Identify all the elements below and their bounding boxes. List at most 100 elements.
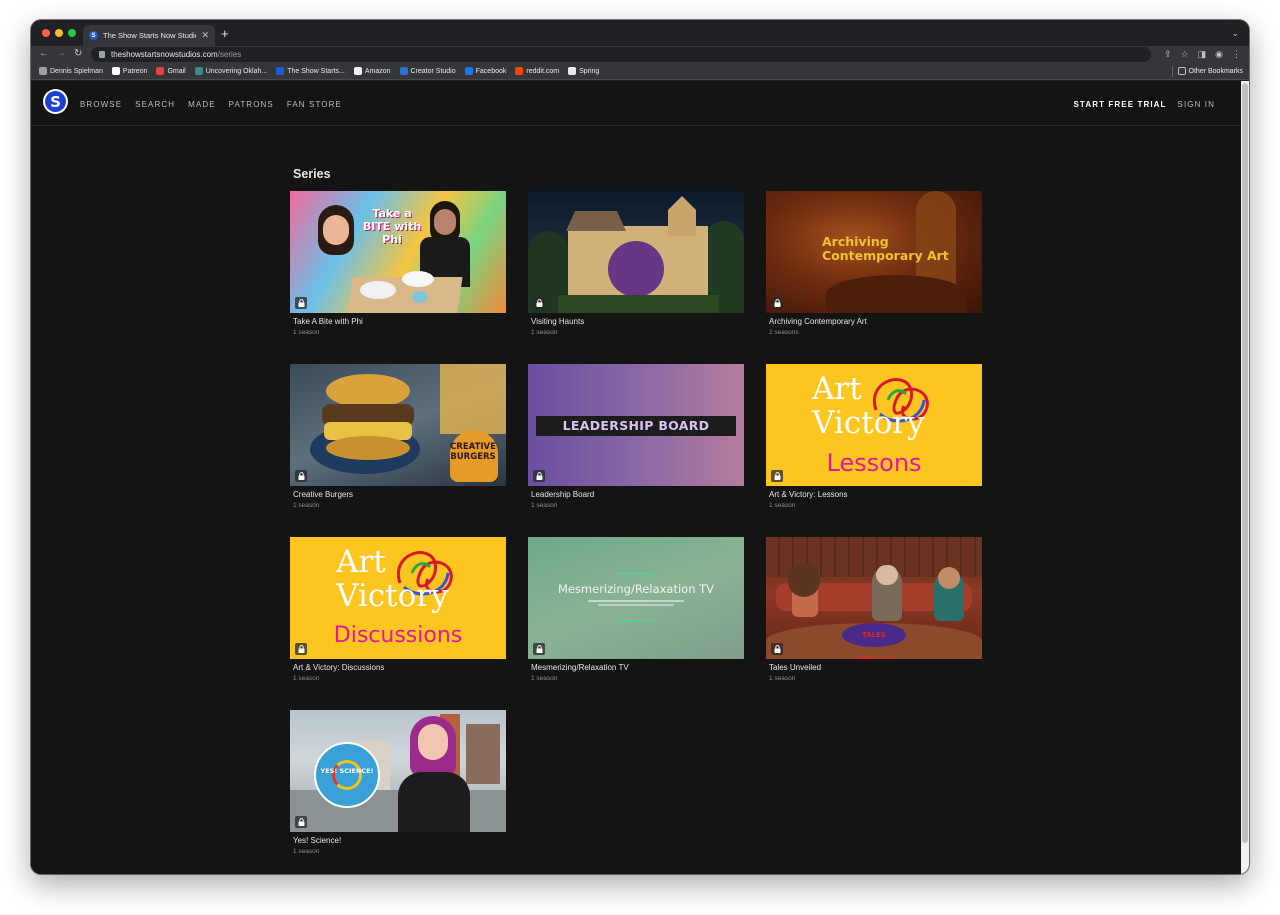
browser-tab[interactable]: S The Show Starts Now Studios ✕ — [83, 25, 215, 46]
series-title[interactable]: Mesmerizing/Relaxation TV — [528, 663, 744, 672]
thumbnail-text: Take a BITE with Phi — [362, 207, 422, 246]
bookmark-favicon-icon — [39, 67, 47, 75]
nav-patrons[interactable]: PATRONS — [229, 100, 274, 109]
series-title[interactable]: Art & Victory: Discussions — [290, 663, 506, 672]
browser-menu-icon[interactable]: ⋮ — [1232, 48, 1241, 60]
tab-strip: S The Show Starts Now Studios ✕ + ⌄ — [31, 20, 1249, 46]
thumbnail-text: Mesmerizing/Relaxation TV — [557, 582, 715, 596]
address-bar[interactable]: theshowstartsnowstudios.com/series — [91, 47, 1151, 62]
auth-nav: START FREE TRIAL SIGN IN — [1074, 100, 1216, 109]
series-thumbnail[interactable]: LEADERSHIP BOARD — [528, 364, 744, 486]
folder-icon — [1177, 67, 1186, 75]
series-card[interactable]: Art Victory Lessons Art & Victory: Lesso… — [766, 364, 982, 509]
page-scrollbar[interactable] — [1241, 81, 1249, 874]
series-card[interactable]: CREATIVE BURGERS Creative Burgers 1 seas… — [290, 364, 506, 509]
bookmarks-bar: Dennis Spielman Patreon Gmail Uncovering Ok… — [31, 63, 1249, 80]
bookmark-label: Gmail — [167, 67, 186, 75]
series-season-count: 1 season — [293, 329, 320, 336]
series-card[interactable]: Art Victory Discussions Art & Victory: D… — [290, 537, 506, 682]
thumbnail-text: Archiving Contemporary Art — [822, 234, 949, 263]
back-arrow-icon[interactable]: ← — [39, 48, 49, 60]
series-card[interactable]: Archiving Contemporary Art Archiving Con… — [766, 191, 982, 336]
reload-icon[interactable]: ↻ — [74, 48, 82, 60]
bookmark-label: Uncovering Oklah... — [205, 67, 268, 75]
bookmark-label: The Show Starts... — [287, 67, 345, 75]
close-window-button[interactable] — [42, 29, 50, 37]
url-text: theshowstartsnowstudios.com/series — [111, 50, 241, 59]
thumbnail-text: Art Victory — [336, 544, 449, 614]
bookmark-item[interactable]: Uncovering Oklah... — [194, 67, 268, 75]
series-card[interactable]: YES! SCIENCE! Yes! Science! 1 season — [290, 710, 506, 855]
nav-fan-store[interactable]: FAN STORE — [287, 100, 342, 109]
browser-toolbar: ← → ↻ theshowstartsnowstudios.com/series… — [31, 46, 1249, 63]
thumbnail-text: YES! SCIENCE! — [320, 767, 374, 775]
series-title[interactable]: Art & Victory: Lessons — [766, 490, 982, 499]
maximize-window-button[interactable] — [68, 29, 76, 37]
series-thumbnail[interactable]: Mesmerizing/Relaxation TV — [528, 537, 744, 659]
site-logo[interactable]: S — [43, 89, 68, 114]
bookmark-label: Facebook — [475, 67, 507, 75]
thumbnail-text: TALES UNVEILED — [842, 623, 906, 659]
series-season-count: 2 seasons — [769, 329, 799, 336]
series-thumbnail[interactable]: Take a BITE with Phi — [290, 191, 506, 313]
scrollbar-thumb[interactable] — [1242, 83, 1248, 843]
bookmark-item[interactable]: Dennis Spielman — [39, 67, 103, 75]
series-card[interactable]: Visiting Haunts 1 season — [528, 191, 744, 336]
thumbnail-text: CREATIVE BURGERS — [450, 442, 496, 462]
series-thumbnail[interactable]: CREATIVE BURGERS — [290, 364, 506, 486]
start-free-trial-link[interactable]: START FREE TRIAL — [1074, 100, 1167, 109]
nav-search[interactable]: SEARCH — [135, 100, 175, 109]
series-season-count: 1 season — [531, 329, 558, 336]
bookmark-item[interactable]: Spring — [568, 67, 599, 75]
bookmark-star-icon[interactable]: ☆ — [1181, 48, 1189, 60]
sign-in-link[interactable]: SIGN IN — [1178, 100, 1215, 109]
bookmark-item[interactable]: reddit.com — [515, 67, 559, 75]
tab-search-chevron-icon[interactable]: ⌄ — [1231, 28, 1239, 39]
nav-made[interactable]: MADE — [188, 100, 216, 109]
forward-arrow-icon[interactable]: → — [56, 48, 66, 60]
profile-avatar-icon[interactable]: ◉ — [1215, 48, 1223, 60]
bookmark-item[interactable]: Creator Studio — [399, 67, 456, 75]
browser-window: S The Show Starts Now Studios ✕ + ⌄ ← → … — [31, 20, 1249, 874]
series-thumbnail[interactable]: Art Victory Discussions — [290, 537, 506, 659]
series-season-count: 1 season — [293, 848, 320, 855]
bookmarks-separator — [1172, 66, 1173, 77]
series-card[interactable]: TALES UNVEILED Tales Unveiled 1 season — [766, 537, 982, 682]
series-card[interactable]: Take a BITE with Phi Take A Bite with Ph… — [290, 191, 506, 336]
series-season-count: 1 season — [293, 675, 320, 682]
series-thumbnail[interactable]: TALES UNVEILED — [766, 537, 982, 659]
bookmark-favicon-icon — [399, 67, 408, 75]
tab-title: The Show Starts Now Studios — [103, 31, 197, 40]
series-card[interactable]: Mesmerizing/Relaxation TV Mesmerizing/Re… — [528, 537, 744, 682]
tab-close-icon[interactable]: ✕ — [201, 30, 209, 41]
tab-favicon-icon: S — [89, 31, 98, 40]
bookmark-item[interactable]: Patreon — [111, 67, 147, 75]
other-bookmarks-label: Other Bookmarks — [1188, 67, 1243, 75]
other-bookmarks-folder[interactable]: Other Bookmarks — [1177, 67, 1243, 75]
url-path: /series — [217, 50, 242, 59]
page-title: Series — [293, 167, 331, 181]
nav-browse[interactable]: BROWSE — [80, 100, 122, 109]
series-title[interactable]: Creative Burgers — [290, 490, 506, 499]
series-thumbnail[interactable]: Art Victory Lessons — [766, 364, 982, 486]
series-title[interactable]: Archiving Contemporary Art — [766, 317, 982, 326]
bookmark-item[interactable]: The Show Starts... — [276, 67, 345, 75]
thumbnail-text: LEADERSHIP BOARD — [536, 416, 736, 436]
series-thumbnail[interactable]: Archiving Contemporary Art — [766, 191, 982, 313]
new-tab-button[interactable]: + — [221, 27, 229, 40]
series-thumbnail[interactable] — [528, 191, 744, 313]
share-icon[interactable]: ⇪ — [1164, 48, 1172, 60]
bookmark-item[interactable]: Amazon — [353, 67, 391, 75]
series-title[interactable]: Leadership Board — [528, 490, 744, 499]
minimize-window-button[interactable] — [55, 29, 63, 37]
series-title[interactable]: Yes! Science! — [290, 836, 506, 845]
series-card[interactable]: LEADERSHIP BOARD Leadership Board 1 seas… — [528, 364, 744, 509]
bookmark-item[interactable]: Facebook — [464, 67, 507, 75]
series-title[interactable]: Tales Unveiled — [766, 663, 982, 672]
series-title[interactable]: Visiting Haunts — [528, 317, 744, 326]
bookmark-favicon-icon — [353, 67, 362, 75]
side-panel-icon[interactable]: ◨ — [1198, 48, 1207, 60]
bookmark-item[interactable]: Gmail — [156, 67, 186, 75]
series-thumbnail[interactable]: YES! SCIENCE! — [290, 710, 506, 832]
series-title[interactable]: Take A Bite with Phi — [290, 317, 506, 326]
